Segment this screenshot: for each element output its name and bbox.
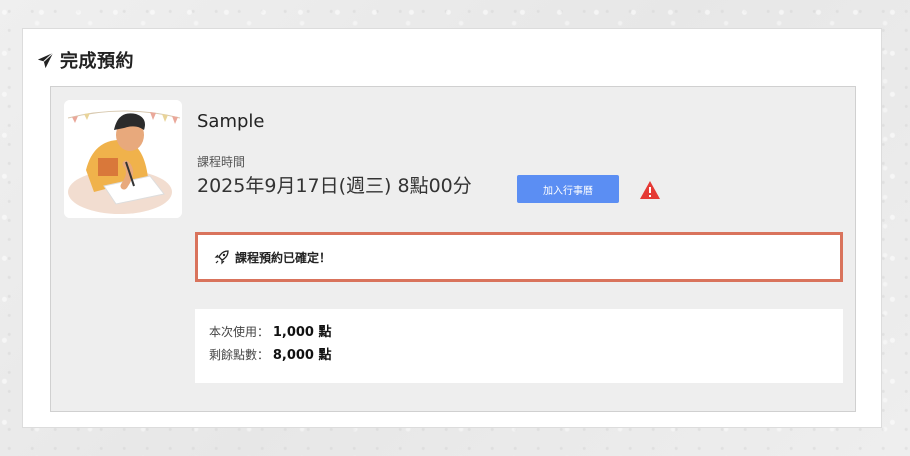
confirmation-text: 課程預約已確定！: [235, 250, 332, 265]
course-time-value: 2025年9月17日(週三) 8點00分: [197, 175, 472, 197]
course-time-label: 課程時間: [197, 155, 246, 169]
rocket-icon: [214, 250, 229, 265]
booking-detail-panel: Sample 課程時間 2025年9月17日(週三) 8點00分 加入行事曆 課…: [50, 86, 856, 412]
student-illustration: [64, 100, 182, 218]
warning-icon[interactable]: [639, 180, 661, 200]
paper-plane-icon: [37, 51, 54, 68]
points-used-row: 本次使用： 1,000 點: [209, 321, 829, 344]
course-avatar: [64, 100, 182, 218]
points-remaining-label: 剩餘點數：: [209, 348, 270, 362]
booking-confirmed-alert: 課程預約已確定！: [195, 232, 843, 282]
points-remaining-value: 8,000 點: [272, 348, 332, 363]
points-used-value: 1,000 點: [272, 325, 332, 340]
course-name: Sample: [197, 111, 265, 132]
add-to-calendar-button[interactable]: 加入行事曆: [517, 175, 619, 203]
page-title: 完成預約: [60, 51, 134, 72]
points-used-label: 本次使用：: [209, 325, 270, 339]
booking-complete-card: 完成預約 Sample 課程時間 2025年9月17日(週三) 8點00分 加入…: [22, 28, 882, 428]
card-header: 完成預約: [37, 47, 134, 73]
points-remaining-row: 剩餘點數： 8,000 點: [209, 344, 829, 367]
points-summary: 本次使用： 1,000 點 剩餘點數： 8,000 點: [195, 309, 843, 383]
